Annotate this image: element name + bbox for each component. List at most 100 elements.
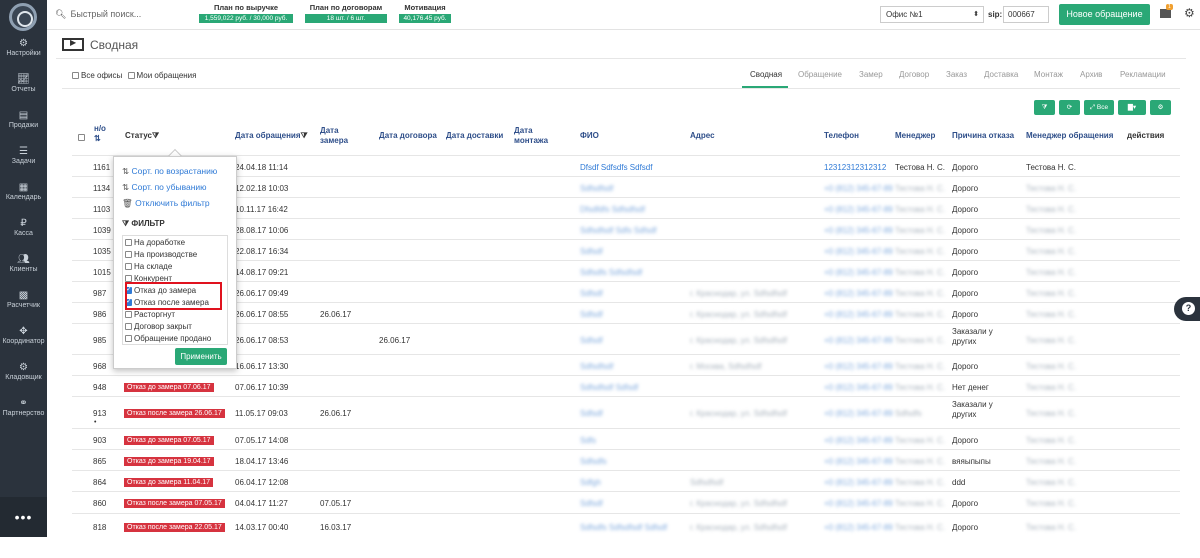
cell-fio[interactable]: Dfsdfdfs Sdfsdfsdf — [580, 205, 645, 214]
cell-phone[interactable]: +0 (812) 345-67-89 — [824, 523, 893, 532]
filter-option[interactable]: Расторгнут — [125, 310, 175, 319]
sidebar-item-8[interactable]: ▩ Расчетчик — [0, 290, 47, 309]
disable-filter-link[interactable]: 🗑︎ Отключить фильтр — [122, 198, 210, 209]
col-manager[interactable]: Менеджер — [895, 131, 935, 141]
sidebar-item-4[interactable]: ☰ Задачи — [0, 146, 47, 165]
cell-fio[interactable]: Sdfsdfs Sdfsdfsdf Sdfsdf — [580, 523, 667, 532]
cell-phone[interactable]: +0 (812) 345-67-89 — [824, 436, 893, 445]
cell-phone[interactable]: +0 (812) 345-67-89 — [824, 226, 893, 235]
filter-option[interactable]: На доработке — [125, 238, 185, 247]
col-date-request[interactable]: Дата обращения⧩ — [235, 131, 308, 141]
tab-request[interactable]: Обращение — [798, 70, 842, 79]
col-phone[interactable]: Телефон — [824, 131, 859, 141]
tab-archive[interactable]: Архив — [1080, 70, 1102, 79]
logo[interactable] — [9, 3, 37, 31]
cell-fio[interactable]: Sdfsdf — [580, 247, 603, 256]
tab-complaints[interactable]: Рекламации — [1120, 70, 1166, 79]
col-date-contract[interactable]: Дата договора — [379, 131, 437, 141]
cell-fio[interactable]: Sdfsdfs — [580, 457, 607, 466]
filter-button[interactable]: ⧩ — [1034, 100, 1055, 115]
cell-fio[interactable]: Dfsdf Sdfsdfs Sdfsdf — [580, 163, 652, 172]
filter-icon[interactable]: ⧩ — [152, 131, 159, 140]
cell-phone[interactable]: +0 (812) 345-67-89 — [824, 362, 893, 371]
cell-phone[interactable]: +0 (812) 345-67-89 — [824, 268, 893, 277]
col-refusal[interactable]: Причина отказа — [952, 131, 1014, 141]
sidebar-item-5[interactable]: ▦ Календарь — [0, 182, 47, 201]
cell-phone[interactable]: +0 (812) 345-67-89 — [824, 310, 893, 319]
col-date-install[interactable]: Дата монтажа — [514, 126, 558, 146]
cell-fio[interactable]: Sdfsdfsdf Sdfsdf — [580, 383, 638, 392]
col-request-manager[interactable]: Менеджер обращения — [1026, 131, 1113, 141]
filter-option[interactable]: На производстве — [125, 250, 197, 259]
cell-fio[interactable]: Sdfsdfsdf Sdfs Sdfsdf — [580, 226, 656, 235]
apply-button[interactable]: Применить — [175, 348, 227, 365]
sidebar-item-10[interactable]: ⚙ Кладовщик — [0, 362, 47, 381]
col-status[interactable]: Статус⧩ — [125, 131, 159, 141]
tab-summary[interactable]: Сводная — [750, 70, 782, 79]
checkbox[interactable] — [125, 311, 132, 318]
my-requests-checkbox[interactable] — [127, 72, 135, 79]
sip-select[interactable]: 000667 — [1003, 6, 1049, 23]
checkbox[interactable] — [125, 239, 132, 246]
tab-install[interactable]: Монтаж — [1034, 70, 1063, 79]
col-address[interactable]: Адрес — [690, 131, 715, 141]
filter-option[interactable]: Договор закрыт — [125, 322, 192, 331]
expand-all-button[interactable]: ⤢ Все — [1084, 100, 1114, 115]
checkbox[interactable] — [125, 263, 132, 270]
cell-phone[interactable]: +0 (812) 345-67-89 — [824, 409, 893, 418]
cell-phone[interactable]: +0 (812) 345-67-89 — [824, 247, 893, 256]
settings-button[interactable]: ⚙ — [1150, 100, 1171, 115]
tab-measure[interactable]: Замер — [859, 70, 883, 79]
select-all-checkbox[interactable] — [78, 134, 85, 141]
filter-option[interactable]: Обращение продано — [125, 334, 211, 343]
sidebar-item-9[interactable]: ✥ Координатор — [0, 326, 47, 345]
sort-asc-link[interactable]: ⇅ Сорт. по возрастанию — [122, 166, 217, 177]
sidebar-item-3[interactable]: ▤ Продажи — [0, 110, 47, 129]
cell-phone[interactable]: +0 (812) 345-67-89 — [824, 499, 893, 508]
more-menu-button[interactable]: ••• — [0, 497, 47, 537]
tab-delivery[interactable]: Доставка — [984, 70, 1018, 79]
cell-phone[interactable]: +0 (812) 345-67-89 — [824, 478, 893, 487]
tab-contract[interactable]: Договор — [899, 70, 929, 79]
sidebar-item-2[interactable]: 📈︎ Отчеты — [0, 74, 47, 93]
sidebar-item-7[interactable]: 👥︎ Клиенты — [0, 254, 47, 273]
refresh-button[interactable]: ⟳ — [1059, 100, 1080, 115]
office-select[interactable]: Офис №1 — [880, 6, 984, 23]
search-input[interactable]: 🔍︎ Быстрый поиск... — [55, 9, 141, 20]
col-fio[interactable]: ФИО — [580, 131, 599, 141]
new-request-button[interactable]: Новое обращение — [1059, 4, 1150, 25]
checkbox[interactable] — [125, 251, 132, 258]
cell-phone[interactable]: +0 (812) 345-67-89 — [824, 184, 893, 193]
checkbox[interactable] — [125, 275, 132, 282]
cell-fio[interactable]: Sdfsdf — [580, 310, 603, 319]
cell-fio[interactable]: Sdfsdfsdf — [580, 362, 613, 371]
cell-fio[interactable]: Sdfsdf — [580, 289, 603, 298]
checkbox[interactable] — [125, 335, 132, 342]
cell-phone[interactable]: +0 (812) 345-67-89 — [824, 457, 893, 466]
cell-fio[interactable]: Sdfs — [580, 436, 596, 445]
cell-fio[interactable]: Sdfsdf — [580, 499, 603, 508]
col-date-delivery[interactable]: Дата доставки — [446, 131, 503, 141]
sidebar-item-11[interactable]: ⚭ Партнерство — [0, 398, 47, 417]
all-offices-checkbox[interactable] — [72, 72, 79, 79]
cell-phone[interactable]: +0 (812) 345-67-89 — [824, 289, 893, 298]
sidebar-item-1[interactable]: ⚙ Настройки — [0, 38, 47, 57]
cell-fio[interactable]: Sdfsdf — [580, 336, 603, 345]
gear-icon[interactable]: ⚙ — [1184, 6, 1195, 20]
sort-desc-link[interactable]: ⇅ Сорт. по убыванию — [122, 182, 207, 193]
filter-icon[interactable]: ⧩ — [301, 131, 308, 140]
cell-fio[interactable]: Sdfsdfsdf — [580, 184, 613, 193]
export-button[interactable]: ▇▾ — [1118, 100, 1146, 115]
mail-icon[interactable] — [1160, 9, 1171, 18]
cell-fio[interactable]: Sdfsdf — [580, 409, 603, 418]
col-num[interactable]: н/о ⇅ — [94, 124, 114, 144]
cell-fio[interactable]: Sdfgh — [580, 478, 601, 487]
help-button[interactable]: ? — [1174, 297, 1200, 321]
cell-phone[interactable]: +0 (812) 345-67-89 — [824, 336, 893, 345]
col-date-measure[interactable]: Дата замера — [320, 126, 360, 146]
filter-option[interactable]: На складе — [125, 262, 172, 271]
cell-fio[interactable]: Sdfsdfs Sdfsdfsdf — [580, 268, 642, 277]
cell-phone[interactable]: +0 (812) 345-67-89 — [824, 383, 893, 392]
checkbox[interactable] — [125, 323, 132, 330]
cell-phone[interactable]: 12312312312312 — [824, 163, 886, 172]
